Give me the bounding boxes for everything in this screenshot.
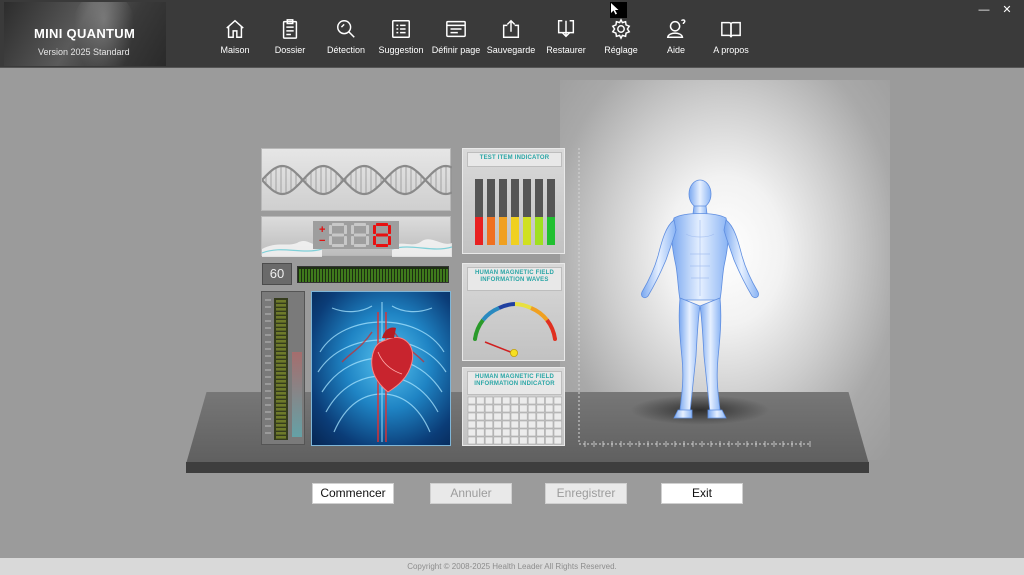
nav-maison[interactable]: Maison [204,18,266,60]
led-panel: + − [261,216,452,257]
test-item-bars [475,179,555,245]
nav-detection[interactable]: Détection [315,18,377,60]
magnetic-indicator-panel: HUMAN MAGNETIC FIELD INFORMATION INDICAT… [462,367,565,446]
led-minus-sign: − [319,235,326,247]
save-button[interactable]: Enregistrer [545,483,627,504]
heart-anatomy-image [311,291,451,446]
app-window: MINI QUANTUM Version 2025 Standard Maiso… [0,0,1024,575]
app-version: Version 2025 Standard [38,47,130,57]
toolbar: MINI QUANTUM Version 2025 Standard Maiso… [0,0,1024,68]
nav-definir-page[interactable]: Définir page [425,18,487,60]
vertical-meter [261,291,305,445]
help-user-icon [666,19,686,38]
home-icon [226,19,244,38]
minimize-button[interactable]: — [975,3,993,17]
nav-a-propos[interactable]: A propos [700,18,762,60]
green-level-bar [297,266,449,283]
nav-aide-label: Aide [666,45,685,55]
human-body-model [641,179,759,419]
gear-icon [611,18,631,40]
nav-detection-label: Détection [326,45,366,55]
list-icon [392,20,410,38]
nav-maison-label: Maison [220,45,250,55]
nav-reglage-label: Réglage [604,45,638,55]
nav-restaurer-label: Restaurer [546,45,586,55]
close-button[interactable]: ✕ [998,3,1016,17]
footer-copyright: Copyright © 2008-2025 Health Leader All … [0,558,1024,575]
nav-a-propos-label: A propos [713,45,749,55]
nav-aide[interactable]: Aide [645,18,707,60]
dna-panel [261,148,453,211]
nav-suggestion-label: Suggestion [378,45,424,55]
magnetic-waves-panel: HUMAN MAGNETIC FIELD INFORMATION WAVES [462,263,565,361]
nav-reglage[interactable]: Réglage [590,18,652,60]
vertical-meter-track [274,298,288,440]
test-item-indicator-panel: TEST ITEM INDICATOR [462,148,565,254]
book-icon [721,21,741,38]
gauge-graphic [473,302,557,358]
detection-search-icon [337,20,355,38]
counter-value: 60 [262,263,292,285]
nav-sauvegarde[interactable]: Sauvegarde [480,18,542,60]
exit-button[interactable]: Exit [661,483,743,504]
start-button[interactable]: Commencer [312,483,394,504]
vertical-meter-glow [292,352,302,437]
nav-dossier-label: Dossier [274,45,306,55]
nav-restaurer[interactable]: Restaurer [535,18,597,60]
counter-row: 60 [262,263,452,285]
page-setup-icon [446,20,466,38]
upload-icon [502,19,520,38]
nav-sauvegarde-label: Sauvegarde [486,45,536,55]
led-digits [329,223,391,247]
nav-suggestion[interactable]: Suggestion [370,18,432,60]
app-title: MINI QUANTUM [34,26,136,41]
brand-logo: MINI QUANTUM Version 2025 Standard [4,2,166,66]
cancel-button[interactable]: Annuler [430,483,512,504]
nav-dossier[interactable]: Dossier [259,18,321,60]
mouse-cursor-icon [610,2,627,18]
dna-helix-icon [261,164,453,196]
led-display: + − [313,221,399,249]
download-icon [557,20,575,38]
clipboard-icon [282,19,298,39]
platform-edge [186,462,869,473]
indicator-grid [467,396,562,445]
nav-definir-page-label: Définir page [431,45,481,55]
